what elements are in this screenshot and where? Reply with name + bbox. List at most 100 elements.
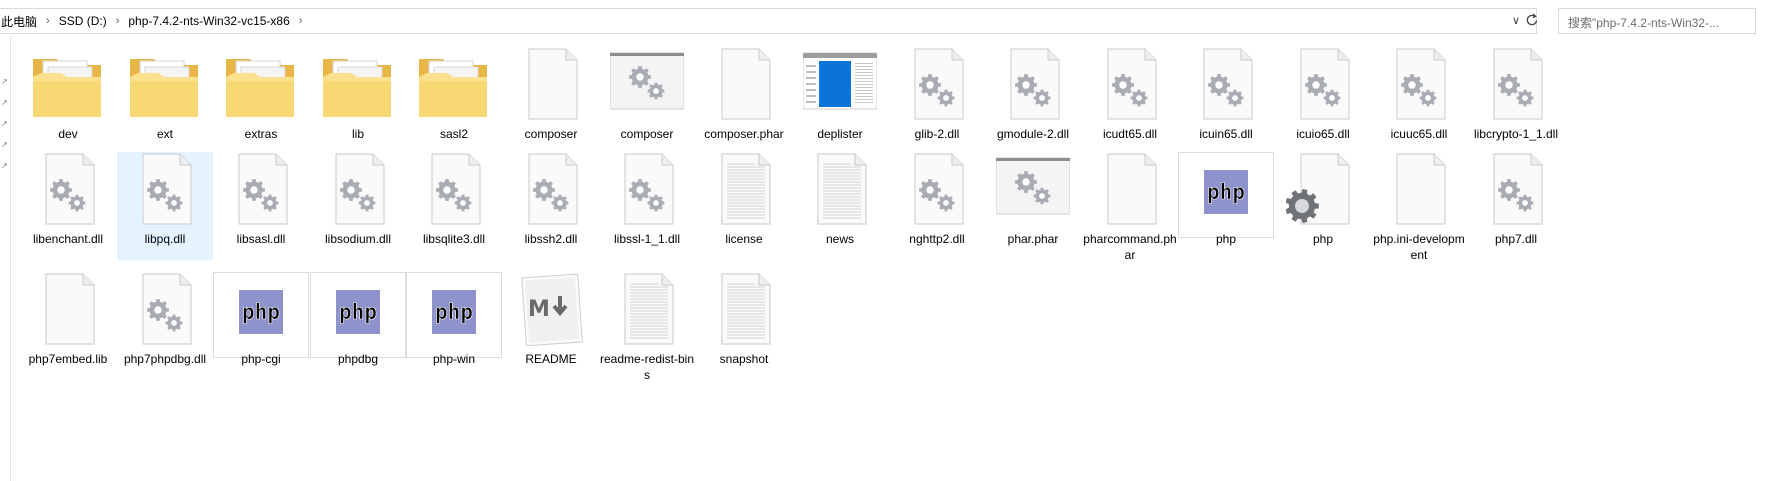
file-item[interactable]: snapshot [696,272,792,380]
text-file-icon [803,152,877,226]
file-item[interactable]: icuuc65.dll [1371,47,1467,155]
file-item[interactable]: libenchant.dll [20,152,116,260]
dll-file-icon [417,152,491,226]
file-grid[interactable]: dev ext extras lib sasl2 composer composer comp… [0,0,1771,481]
file-item[interactable]: libssl-1_1.dll [599,152,695,260]
file-item[interactable]: php php-cgi [213,272,309,380]
file-item[interactable]: composer [503,47,599,155]
folder-icon [321,47,395,121]
file-item[interactable]: pharcommand.phar [1082,152,1178,262]
file-item[interactable]: nghttp2.dll [889,152,985,260]
blank-file-icon [1093,152,1167,226]
blank-file-icon [1382,152,1456,226]
dll-file-icon [224,152,298,226]
file-item[interactable]: news [792,152,888,260]
file-name: libsodium.dll [324,232,392,246]
file-name: icuuc65.dll [1390,127,1448,141]
file-item[interactable]: php php [1178,152,1274,260]
file-item[interactable]: libsqlite3.dll [406,152,502,260]
file-name: libssl-1_1.dll [613,232,681,246]
blank-file-icon [707,47,781,121]
file-item[interactable]: deplister [792,47,888,155]
file-name: gmodule-2.dll [996,127,1070,141]
file-item[interactable]: php7embed.lib [20,272,116,380]
dll-file-icon [128,152,202,226]
app-window-icon [610,47,684,121]
app-preview-icon [803,47,877,121]
file-name: sasl2 [439,127,468,141]
file-name: php [1215,232,1237,246]
file-item[interactable]: libpq.dll [117,152,213,260]
dll-file-icon [900,152,974,226]
file-item[interactable]: lib [310,47,406,155]
file-name: icudt65.dll [1102,127,1158,141]
file-name: libcrypto-1_1.dll [1473,127,1559,141]
file-item[interactable]: sasl2 [406,47,502,155]
dll-file-icon [1189,47,1263,121]
file-name: composer [620,127,674,141]
blank-file-icon [31,272,105,346]
file-item[interactable]: composer [599,47,695,155]
file-item[interactable]: phar.phar [985,152,1081,260]
folder-icon [417,47,491,121]
dll-file-icon [1479,47,1553,121]
file-name: nghttp2.dll [909,232,965,246]
folder-icon [224,47,298,121]
settings-gear-icon [1286,152,1360,226]
dll-file-icon [1479,152,1553,226]
file-name: lib [351,127,364,141]
file-item[interactable]: composer.phar [696,47,792,155]
file-name: php7phpdbg.dll [123,352,207,366]
text-file-icon [707,152,781,226]
file-name: php.ini-development [1373,232,1465,262]
svg-text:php: php [242,300,280,324]
file-name: snapshot [719,352,769,366]
file-item[interactable]: libsodium.dll [310,152,406,260]
file-name: composer.phar [704,127,784,141]
file-item[interactable]: icuin65.dll [1178,47,1274,155]
file-name: php-cgi [241,352,281,366]
file-item[interactable]: libsasl.dll [213,152,309,260]
file-item[interactable]: readme-redist-bins [599,272,695,382]
file-name: README [525,352,577,366]
file-name: libsqlite3.dll [422,232,486,246]
file-item[interactable]: ext [117,47,213,155]
php-logo-icon: php [417,272,491,346]
dll-file-icon [1286,47,1360,121]
file-name: composer [524,127,578,141]
dll-file-icon [900,47,974,121]
file-item[interactable]: glib-2.dll [889,47,985,155]
file-item[interactable]: php phpdbg [310,272,406,380]
file-item[interactable]: icuio65.dll [1275,47,1371,155]
file-name: ext [156,127,173,141]
folder-icon [128,47,202,121]
file-item[interactable]: php php-win [406,272,502,380]
file-item[interactable]: php.ini-development [1371,152,1467,262]
dll-file-icon [1093,47,1167,121]
file-name: news [825,232,854,246]
file-item[interactable]: license [696,152,792,260]
file-item[interactable]: php7phpdbg.dll [117,272,213,380]
file-item[interactable]: php [1275,152,1371,260]
file-item[interactable]: php7.dll [1468,152,1564,260]
php-logo-icon: php [321,272,395,346]
file-item[interactable]: libcrypto-1_1.dll [1468,47,1564,155]
text-file-icon [707,272,781,346]
file-item[interactable]: gmodule-2.dll [985,47,1081,155]
file-item[interactable]: extras [213,47,309,155]
dll-file-icon [1382,47,1456,121]
dll-file-icon [610,152,684,226]
text-file-icon [610,272,684,346]
file-name: php7embed.lib [28,352,108,366]
file-item[interactable]: libssh2.dll [503,152,599,260]
file-item[interactable]: dev [20,47,116,155]
blank-file-icon [514,47,588,121]
file-item[interactable]: M README [503,272,599,380]
folder-icon [31,47,105,121]
file-name: phar.phar [1007,232,1059,246]
file-name: php7.dll [1494,232,1538,246]
file-item[interactable]: icudt65.dll [1082,47,1178,155]
file-name: icuio65.dll [1296,127,1350,141]
svg-text:php: php [435,300,473,324]
file-name: deplister [817,127,863,141]
